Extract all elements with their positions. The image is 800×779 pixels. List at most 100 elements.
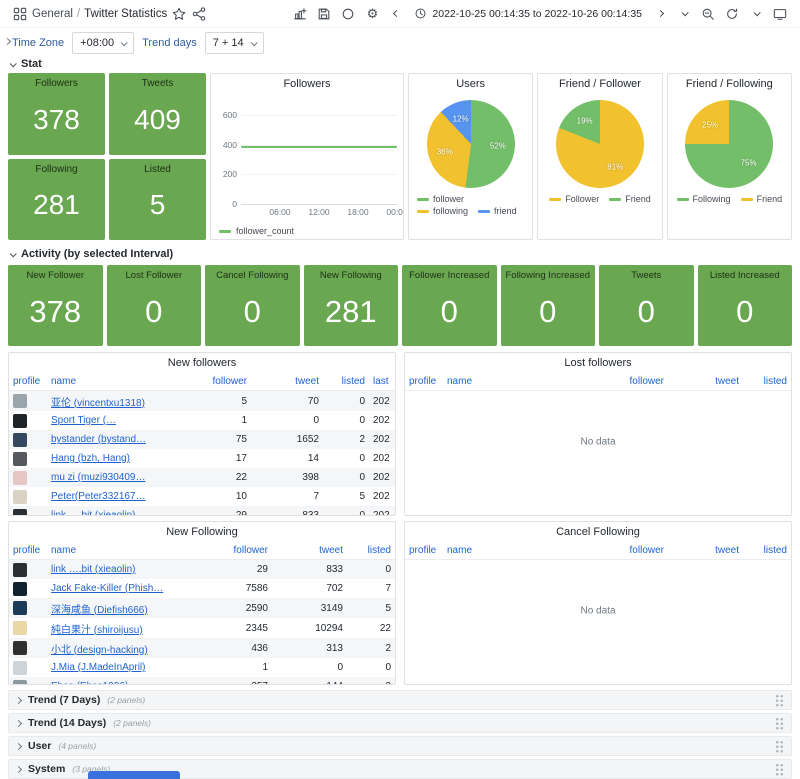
col-tweet[interactable]: tweet xyxy=(251,373,323,391)
time-range-forward-icon[interactable] xyxy=(650,4,670,24)
drag-handle-icon[interactable] xyxy=(775,717,784,730)
col-profile[interactable]: profile xyxy=(405,373,443,391)
profile-link[interactable]: 小北 (design-hacking) xyxy=(51,645,148,656)
panel-title[interactable]: Lost followers xyxy=(405,353,791,373)
chevron-down-icon[interactable] xyxy=(674,4,694,24)
col-tweet[interactable]: tweet xyxy=(668,542,743,560)
breadcrumb-folder[interactable]: General xyxy=(32,8,73,20)
dashboard-row[interactable]: Trend (7 Days) (2 panels) xyxy=(8,690,792,710)
legend-item[interactable]: friend xyxy=(478,206,517,216)
row-title[interactable]: Trend (7 Days) xyxy=(28,694,100,706)
col-profile[interactable]: profile xyxy=(9,373,47,391)
listed-count-cell: 0 xyxy=(323,506,369,516)
legend-item[interactable]: Friend xyxy=(609,194,651,204)
profile-link[interactable]: bystander (bystand… xyxy=(51,434,146,445)
row-title[interactable]: User xyxy=(28,740,51,752)
share-icon[interactable] xyxy=(189,4,209,24)
panel-title[interactable]: Friend / Following xyxy=(668,74,791,94)
col-profile[interactable]: profile xyxy=(405,542,443,560)
kiosk-tv-icon[interactable] xyxy=(770,4,790,24)
panel-title[interactable]: Following xyxy=(9,160,104,180)
star-icon[interactable] xyxy=(169,4,189,24)
drag-handle-icon[interactable] xyxy=(775,694,784,707)
time-range-back-icon[interactable] xyxy=(386,4,406,24)
panel-title[interactable]: Followers xyxy=(211,74,403,94)
profile-link[interactable]: Ebco (Ebco1996) xyxy=(51,681,128,685)
panel-title[interactable]: Listed xyxy=(110,160,205,180)
panel-title[interactable]: New Following xyxy=(305,266,398,286)
panel-title[interactable]: New followers xyxy=(9,353,395,373)
profile-link[interactable]: Peter(Peter332167… xyxy=(51,491,146,502)
col-name[interactable]: name xyxy=(443,373,573,391)
col-name[interactable]: name xyxy=(443,542,573,560)
profile-link[interactable]: link ….bit (xieaolin) xyxy=(51,564,135,575)
col-listed[interactable]: listed xyxy=(743,542,791,560)
panel-title[interactable]: Tweets xyxy=(110,74,205,94)
save-dashboard-icon[interactable] xyxy=(314,4,334,24)
panel-title[interactable]: Follower Increased xyxy=(403,266,496,286)
col-listed[interactable]: listed xyxy=(323,373,369,391)
trend-days-variable-select[interactable]: 7 + 14 xyxy=(205,32,264,54)
panel-title[interactable]: Listed Increased xyxy=(699,266,792,286)
profile-link[interactable]: 純白果汁 (shiroijusu) xyxy=(51,625,143,636)
col-follower[interactable]: follower xyxy=(573,373,668,391)
stat-panel: Listed 5 xyxy=(109,159,206,241)
profile-link[interactable]: 亚伦 (vincentxu1318) xyxy=(51,398,145,409)
col-follower[interactable]: follower xyxy=(189,373,251,391)
settings-gear-icon[interactable]: ⚙ xyxy=(362,4,382,24)
legend-item[interactable]: Friend xyxy=(741,194,783,204)
time-range-picker[interactable]: 2022-10-25 00:14:35 to 2022-10-26 00:14:… xyxy=(410,5,646,22)
zoom-out-icon[interactable] xyxy=(698,4,718,24)
legend-item[interactable]: follower xyxy=(417,194,464,204)
trend-days-variable-value: 7 + 14 xyxy=(213,37,244,49)
col-last[interactable]: last xyxy=(369,373,395,391)
circle-icon[interactable] xyxy=(338,4,358,24)
panel-title[interactable]: New Follower xyxy=(9,266,102,286)
col-follower[interactable]: follower xyxy=(573,542,668,560)
dashboard-row[interactable]: Trend (14 Days) (2 panels) xyxy=(8,713,792,733)
stat-panel: Following 281 xyxy=(8,159,105,241)
table-row: J.Mia (J.MadeInApril) 1 0 0 xyxy=(9,658,395,677)
row-header-stat[interactable]: Stat xyxy=(10,58,42,70)
timeseries-legend-item[interactable]: follower_count xyxy=(219,226,294,236)
apps-grid-icon[interactable] xyxy=(10,4,30,24)
panel-title[interactable]: New Following xyxy=(9,522,395,542)
legend-item[interactable]: following xyxy=(417,206,468,216)
col-listed[interactable]: listed xyxy=(347,542,395,560)
profile-link[interactable]: link ….bit (xieaolin) xyxy=(51,510,135,516)
refresh-interval-caret-icon[interactable] xyxy=(746,4,766,24)
col-name[interactable]: name xyxy=(47,373,189,391)
panel-title[interactable]: Users xyxy=(409,74,532,94)
panel-title[interactable]: Cancel Following xyxy=(405,522,791,542)
refresh-icon[interactable] xyxy=(722,4,742,24)
row-title[interactable]: Trend (14 Days) xyxy=(28,717,106,729)
col-tweet[interactable]: tweet xyxy=(272,542,347,560)
col-follower[interactable]: follower xyxy=(202,542,272,560)
drag-handle-icon[interactable] xyxy=(775,740,784,753)
panel-title[interactable]: Tweets xyxy=(600,266,693,286)
legend-item[interactable]: Follower xyxy=(549,194,599,204)
col-name[interactable]: name xyxy=(47,542,202,560)
profile-link[interactable]: Jack Fake-Killer (Phish… xyxy=(51,583,163,594)
legend-item[interactable]: Following xyxy=(677,194,731,204)
col-profile[interactable]: profile xyxy=(9,542,47,560)
profile-link[interactable]: Hang (bzh, Hang) xyxy=(51,453,130,464)
open-menu-chevron-icon[interactable] xyxy=(5,31,10,49)
drag-handle-icon[interactable] xyxy=(775,763,784,776)
row-title[interactable]: System xyxy=(28,763,65,775)
col-listed[interactable]: listed xyxy=(743,373,791,391)
timezone-variable-select[interactable]: +08:00 xyxy=(72,32,134,54)
panel-title[interactable]: Cancel Following xyxy=(206,266,299,286)
profile-link[interactable]: 深海咸鱼 (Diefish666) xyxy=(51,605,148,616)
profile-link[interactable]: J.Mia (J.MadeInApril) xyxy=(51,662,145,673)
profile-link[interactable]: Sport Tiger (… xyxy=(51,415,116,426)
panel-title[interactable]: Lost Follower xyxy=(108,266,201,286)
col-tweet[interactable]: tweet xyxy=(668,373,743,391)
panel-title[interactable]: Followers xyxy=(9,74,104,94)
profile-link[interactable]: mu zi (muzi930409… xyxy=(51,472,145,483)
panel-title[interactable]: Following Increased xyxy=(502,266,595,286)
panel-title[interactable]: Friend / Follower xyxy=(538,74,661,94)
dashboard-row[interactable]: User (4 panels) xyxy=(8,736,792,756)
add-panel-icon[interactable] xyxy=(290,4,310,24)
row-header-activity[interactable]: Activity (by selected Interval) xyxy=(10,248,173,260)
